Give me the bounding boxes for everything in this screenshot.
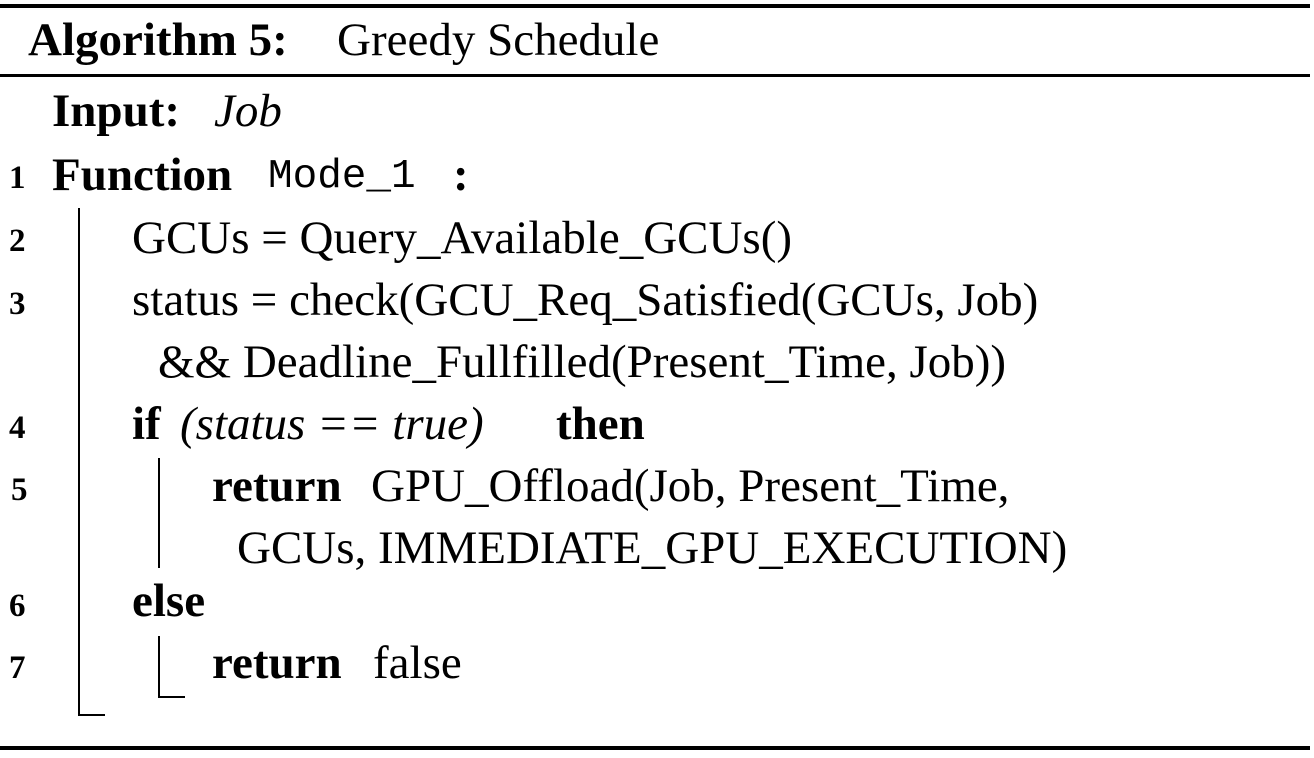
code-line-continuation: && Deadline_Fullfilled(Present_Time, Job… bbox=[158, 336, 1007, 388]
line-number: 2 bbox=[9, 223, 26, 259]
code-line-continuation: GCUs, IMMEDIATE_GPU_EXECUTION) bbox=[237, 522, 1068, 574]
algorithm-title: Greedy Schedule bbox=[337, 14, 660, 66]
line-number: 4 bbox=[9, 410, 26, 446]
function-name: Mode_1 bbox=[268, 154, 416, 200]
else-keyword: else bbox=[132, 575, 206, 627]
header-rule bbox=[0, 74, 1310, 77]
bottom-rule bbox=[0, 746, 1310, 750]
line-number: 1 bbox=[9, 160, 26, 196]
function-colon: : bbox=[453, 149, 469, 201]
code-line: status = check(GCU_Req_Satisfied(GCUs, J… bbox=[132, 274, 1039, 326]
if-keyword: if bbox=[132, 398, 161, 450]
input-value: Job bbox=[214, 85, 282, 137]
else-block-end bbox=[158, 696, 185, 698]
function-block-line bbox=[78, 208, 80, 716]
if-condition: (status == true) bbox=[180, 398, 484, 450]
return-keyword: return bbox=[212, 460, 342, 512]
input-label: Input: bbox=[52, 85, 181, 137]
return-keyword: return bbox=[212, 637, 342, 689]
top-rule bbox=[0, 4, 1310, 8]
line-number: 3 bbox=[9, 286, 26, 322]
function-block-end bbox=[78, 714, 105, 716]
if-block-line bbox=[158, 458, 160, 568]
line-number: 5 bbox=[11, 472, 28, 508]
algorithm-label: Algorithm 5: bbox=[28, 14, 288, 66]
code-line: GCUs = Query_Available_GCUs() bbox=[132, 212, 793, 264]
then-keyword: then bbox=[556, 398, 645, 450]
line-number: 6 bbox=[9, 588, 26, 624]
function-keyword: Function bbox=[52, 149, 233, 201]
code-line: false bbox=[373, 637, 462, 689]
else-block-line bbox=[158, 636, 160, 698]
code-line: GPU_Offload(Job, Present_Time, bbox=[371, 460, 1010, 512]
line-number: 7 bbox=[9, 650, 26, 686]
